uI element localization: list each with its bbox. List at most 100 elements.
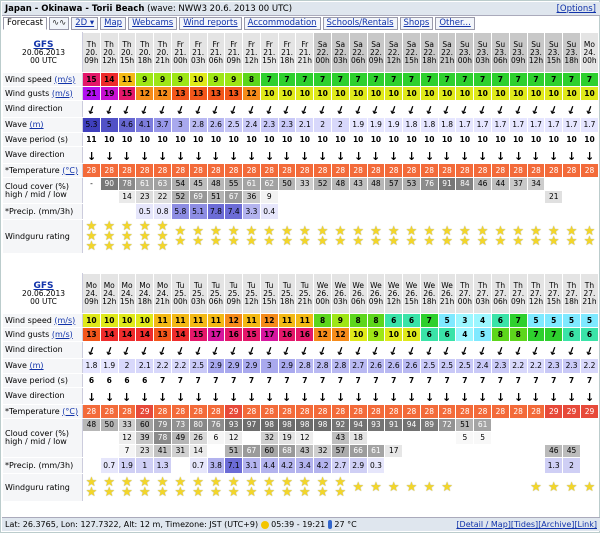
footer-link-archive[interactable]: [Archive]: [538, 520, 574, 529]
temperature-cell: 28: [99, 163, 119, 178]
footer-link-link[interactable]: [Link]: [574, 520, 597, 529]
tab-accommodation[interactable]: Accommodation: [243, 17, 321, 30]
hour-label: 18h: [422, 55, 437, 65]
tab-2d[interactable]: 2D ▾: [71, 17, 99, 30]
wind-speed-cell: 7: [544, 72, 564, 87]
tab-bar: Forecast ∿∿ 2D ▾ Map Webcams Wind reports Acco…: [2, 17, 600, 31]
time-header: We 26. 00h: [313, 273, 332, 314]
wave-cell: 1.7: [544, 117, 564, 133]
temperature-label-cell: *Temperature (°C): [1, 404, 84, 419]
cloud-cell: 46: [544, 444, 564, 458]
tab-other[interactable]: Other...: [435, 17, 475, 30]
temperature-cell: 28: [348, 163, 368, 178]
chart-icon[interactable]: ∿∿: [48, 17, 70, 30]
hour-label: 15h: [262, 296, 277, 306]
direction-arrow-icon: ↑: [406, 389, 417, 403]
rating-cell: ★ ★: [295, 473, 315, 502]
hour-label: 09h: [226, 296, 241, 306]
direction-arrow-icon: ↑: [353, 389, 363, 403]
wind-direction-cell: ↑: [455, 100, 475, 118]
temperature-cell: 28: [206, 404, 226, 419]
direction-arrow-icon: ↑: [300, 389, 310, 403]
wave-period-cell: 10: [455, 132, 475, 147]
wind-speed-cell: 11: [277, 313, 297, 328]
cloud-cell: 98: [277, 418, 297, 432]
star-icon: ★: [423, 479, 436, 495]
cloud-cell: 55: [224, 177, 244, 191]
wind-speed-unit-link[interactable]: (m/s): [54, 316, 75, 325]
star-icon: ★: [494, 233, 507, 249]
direction-arrow-icon: ↑: [229, 389, 239, 403]
wave-cell: 2.9: [277, 358, 297, 374]
direction-arrow-icon: ↑: [442, 389, 452, 403]
tab-shops[interactable]: Shops: [399, 17, 434, 30]
wind-gusts-cell: 13: [188, 86, 208, 101]
tab-forecast[interactable]: Forecast: [3, 17, 47, 30]
hour-label: 03h: [190, 55, 206, 65]
wind-gusts-cell: 10: [526, 86, 546, 101]
precip-cell: [437, 457, 457, 474]
wave-cell: 1.7: [579, 117, 600, 133]
wave-direction-label-cell: Wave direction: [1, 387, 84, 405]
star-icon: ★: [316, 233, 329, 249]
precip-cell: [508, 203, 528, 220]
temperature-unit-link[interactable]: (°C): [62, 166, 78, 175]
time-header: Mo 24. 12h: [99, 273, 119, 314]
options-link[interactable]: [Options]: [557, 2, 596, 16]
direction-arrow-icon: ↑: [547, 101, 561, 117]
wind-gusts-unit-link[interactable]: (m/s): [52, 330, 73, 339]
wind-gusts-unit-link[interactable]: (m/s): [52, 89, 73, 98]
tab-map[interactable]: Map: [100, 17, 127, 30]
cloud-cell: [544, 177, 564, 191]
footer-link-detail-map[interactable]: [Detail / Map]: [456, 520, 510, 529]
wave-cell: 1.8: [402, 117, 421, 133]
wind-speed-cell: 12: [259, 313, 279, 328]
wind-speed-cell: 14: [99, 72, 119, 87]
direction-arrow-icon: ↑: [156, 101, 170, 117]
tab-webcams[interactable]: Webcams: [128, 17, 178, 30]
wave-direction-cell: ↑: [295, 387, 315, 405]
hour-label: 00h: [173, 55, 188, 65]
cloud-cell: 48: [366, 177, 386, 191]
wave-cell: 2.6: [366, 358, 386, 374]
cloud-cell: [579, 190, 600, 204]
temperature-cell: 28: [437, 163, 457, 178]
time-header: Su 23. 09h: [508, 32, 528, 73]
cloud-cell: [579, 431, 600, 445]
rating-cell: ★ ★: [82, 473, 101, 502]
cloud-cell: 45: [562, 444, 581, 458]
wave-cell: 2.5: [419, 358, 439, 374]
time-header: Sa 22. 12h: [384, 32, 404, 73]
tab-wind-reports[interactable]: Wind reports: [179, 17, 242, 30]
footer-link-tides[interactable]: [Tides]: [511, 520, 538, 529]
wind-speed-cell: 9: [135, 72, 155, 87]
wind-speed-cell: 7: [419, 72, 439, 87]
wind-speed-cell: 11: [117, 72, 137, 87]
wave-direction-cell: ↑: [188, 146, 208, 164]
star-icon: ★: [103, 484, 116, 500]
wave-direction-cell: ↑: [437, 146, 457, 164]
direction-arrow-icon: ↑: [547, 342, 561, 358]
wind-gusts-label: Wind gusts: [5, 329, 50, 339]
direction-arrow-icon: ↑: [529, 101, 543, 117]
time-header: Tu 25. 18h: [277, 273, 297, 314]
time-header: Th 27. 12h: [526, 273, 546, 314]
wave-unit-link[interactable]: (m): [30, 361, 44, 370]
cloud-row: 14 23 22 52 69 51 67 36 9 21: [3, 190, 600, 204]
rating-cell: ★ ★: [277, 473, 297, 502]
cloud-cell: 46: [473, 177, 493, 191]
wave-period-cell: 6: [99, 373, 119, 388]
wave-period-cell: 7: [224, 373, 244, 388]
direction-arrow-icon: ↑: [156, 342, 170, 358]
wind-direction-row: Wind direction ↑ ↑ ↑ ↑ ↑ ↑ ↑ ↑ ↑ ↑ ↑ ↑ ↑ ↑ ↑ ↑ ↑ ↑ ↑ ↑ ↑ ↑ ↑ ↑ ↑ ↑…: [1, 100, 600, 118]
precip-cell: [384, 203, 404, 220]
cloud-cell: 26: [188, 431, 208, 445]
rating-cell: ★: [526, 473, 546, 502]
tab-schools-rentals[interactable]: Schools/Rentals: [322, 17, 398, 30]
cloud-cell: 84: [455, 177, 475, 191]
wind-speed-unit-link[interactable]: (m/s): [54, 75, 75, 84]
wind-gusts-cell: 14: [117, 327, 137, 342]
direction-arrow-icon: ↑: [157, 148, 168, 162]
temperature-unit-link[interactable]: (°C): [62, 407, 78, 416]
wave-unit-link[interactable]: (m): [30, 120, 44, 129]
